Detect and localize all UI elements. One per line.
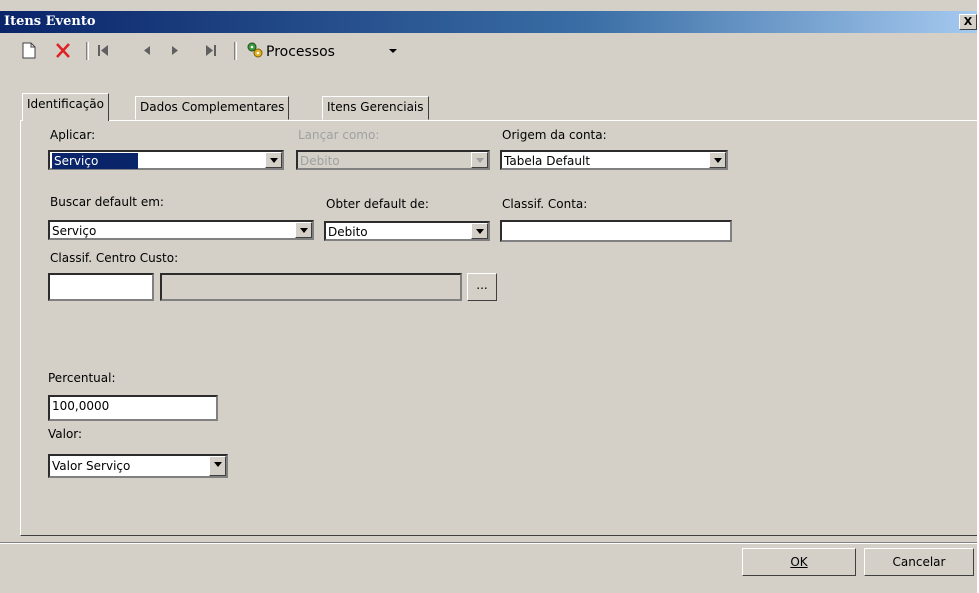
toolbar-separator bbox=[234, 42, 237, 60]
gears-icon[interactable] bbox=[246, 40, 264, 60]
toolbar-separator bbox=[86, 42, 89, 60]
ok-button[interactable]: OK bbox=[742, 548, 856, 576]
classif-conta-input[interactable] bbox=[500, 220, 732, 242]
percentual-label: Percentual: bbox=[48, 371, 116, 385]
window-title: Itens Evento bbox=[4, 14, 96, 29]
dropdown-arrow-icon[interactable] bbox=[295, 222, 312, 238]
classif-conta-label: Classif. Conta: bbox=[502, 197, 588, 211]
tab-dados-complementares[interactable]: Dados Complementares bbox=[135, 96, 290, 120]
chevron-down-icon[interactable] bbox=[384, 40, 402, 60]
lancar-label: Lançar como: bbox=[298, 128, 380, 142]
cancel-button[interactable]: Cancelar bbox=[864, 548, 974, 576]
first-record-icon[interactable] bbox=[94, 40, 112, 60]
lancar-value: Debito bbox=[300, 154, 340, 168]
previous-record-icon[interactable] bbox=[138, 40, 156, 60]
dropdown-arrow-icon[interactable] bbox=[709, 152, 726, 168]
valor-select[interactable]: Valor Serviço bbox=[48, 454, 228, 478]
dialog-window: Itens Evento X Processos Identificação D… bbox=[0, 0, 979, 593]
aplicar-select[interactable]: Serviço bbox=[48, 150, 284, 170]
obter-label: Obter default de: bbox=[326, 197, 429, 211]
lancar-select: Debito bbox=[296, 150, 490, 170]
aplicar-label: Aplicar: bbox=[50, 128, 96, 142]
last-record-icon[interactable] bbox=[202, 40, 220, 60]
dropdown-arrow-icon[interactable] bbox=[471, 223, 488, 239]
valor-label: Valor: bbox=[48, 427, 83, 441]
new-document-icon[interactable] bbox=[20, 40, 38, 60]
origem-value: Tabela Default bbox=[504, 154, 591, 168]
valor-value: Valor Serviço bbox=[52, 459, 131, 473]
buscar-select[interactable]: Serviço bbox=[48, 220, 314, 240]
aplicar-value: Serviço bbox=[52, 153, 139, 169]
delete-icon[interactable] bbox=[54, 40, 72, 60]
toolbar: Processos bbox=[0, 36, 977, 64]
dropdown-arrow-icon bbox=[471, 152, 488, 168]
buscar-label: Buscar default em: bbox=[50, 195, 164, 209]
dropdown-arrow-icon[interactable] bbox=[265, 152, 282, 168]
classif-cc-description bbox=[160, 273, 462, 301]
close-button[interactable]: X bbox=[959, 14, 977, 30]
buscar-value: Serviço bbox=[52, 224, 97, 238]
classif-cc-code-input[interactable] bbox=[48, 273, 154, 301]
obter-value: Debito bbox=[328, 225, 368, 239]
origem-select[interactable]: Tabela Default bbox=[500, 150, 728, 170]
separator-line bbox=[0, 542, 977, 544]
obter-select[interactable]: Debito bbox=[324, 221, 490, 241]
ok-label: OK bbox=[790, 555, 808, 569]
percentual-input[interactable]: 100,0000 bbox=[48, 395, 218, 421]
next-record-icon[interactable] bbox=[166, 40, 184, 60]
classif-cc-label: Classif. Centro Custo: bbox=[50, 251, 179, 265]
origem-label: Origem da conta: bbox=[502, 128, 607, 142]
processos-label[interactable]: Processos bbox=[266, 44, 335, 60]
title-bar: Itens Evento X bbox=[0, 11, 979, 33]
dropdown-arrow-icon[interactable] bbox=[209, 456, 226, 476]
tab-itens-gerenciais[interactable]: Itens Gerenciais bbox=[322, 96, 429, 120]
cancel-label: Cancelar bbox=[892, 555, 946, 569]
browse-button[interactable]: ... bbox=[467, 273, 497, 301]
tab-identificacao[interactable]: Identificação bbox=[22, 93, 109, 121]
